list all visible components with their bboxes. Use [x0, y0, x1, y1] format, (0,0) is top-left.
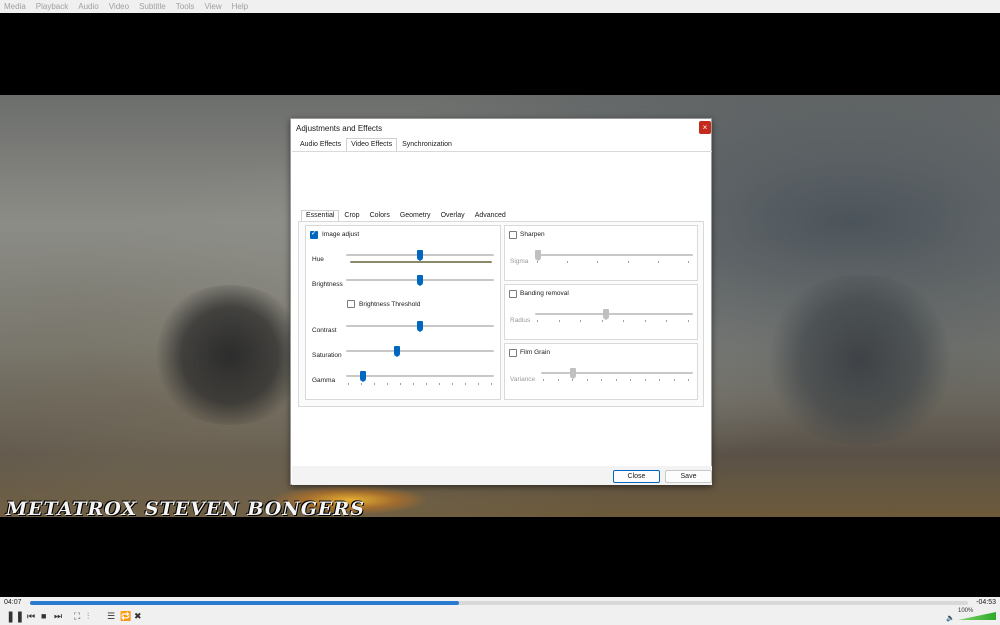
seek-bar[interactable]: [30, 601, 968, 605]
radius-ticks: [537, 320, 689, 322]
variance-slider[interactable]: [570, 368, 577, 379]
smoke-cloud-right: [760, 275, 960, 445]
extended-settings-icon[interactable]: ⫶: [87, 611, 89, 622]
speaker-icon: 🔈: [946, 615, 955, 622]
menu-help[interactable]: Help: [232, 2, 248, 11]
close-button[interactable]: Close: [613, 470, 660, 483]
tab-video-effects[interactable]: Video Effects: [346, 138, 398, 151]
hue-color-track: [350, 261, 492, 263]
film-grain-group: Film Grain Variance: [504, 343, 698, 400]
top-tabs: Audio Effects Video Effects Synchronizat…: [295, 138, 457, 151]
elapsed-time: 04:07: [4, 599, 22, 606]
sharpen-checkbox[interactable]: [509, 231, 517, 239]
remaining-time[interactable]: -04:53: [976, 599, 996, 606]
fullscreen-icon[interactable]: ⛶: [74, 611, 80, 622]
volume-percent: 100%: [958, 608, 974, 614]
radius-slider[interactable]: [603, 309, 610, 320]
menu-playback[interactable]: Playback: [36, 2, 68, 11]
sigma-track: [535, 254, 693, 256]
menu-subtitle[interactable]: Subtitle: [139, 2, 166, 11]
menu-video[interactable]: Video: [109, 2, 129, 11]
adjustments-dialog: Adjustments and Effects × Audio Effects …: [290, 118, 712, 485]
playlist-icon[interactable]: ☰: [107, 611, 115, 622]
brightness-label: Brightness: [312, 281, 343, 288]
banding-removal-group: Banding removal Radius: [504, 284, 698, 340]
stop-icon[interactable]: ■: [41, 611, 46, 621]
saturation-track: [346, 350, 494, 352]
radius-label: Radius: [510, 317, 531, 324]
next-icon[interactable]: ⏭: [54, 611, 62, 622]
menu-bar: Media Playback Audio Video Subtitle Tool…: [0, 0, 1000, 13]
menu-media[interactable]: Media: [4, 2, 26, 11]
contrast-slider[interactable]: [417, 321, 423, 332]
hue-label: Hue: [312, 256, 324, 263]
saturation-label: Saturation: [312, 352, 342, 359]
previous-icon[interactable]: ⏮: [27, 611, 35, 622]
radius-track: [535, 313, 693, 315]
gamma-slider[interactable]: [360, 371, 367, 382]
save-button[interactable]: Save: [665, 470, 712, 483]
dialog-title: Adjustments and Effects: [296, 124, 383, 133]
sharpen-group: Sharpen Sigma: [504, 225, 698, 281]
image-adjust-checkbox[interactable]: [310, 229, 318, 239]
volume-slider[interactable]: 🔈 100%: [946, 608, 998, 622]
essential-panel: Image adjust Hue Brightness Brightness T…: [298, 221, 704, 407]
image-adjust-group: Image adjust Hue Brightness Brightness T…: [305, 225, 501, 400]
sigma-slider[interactable]: [535, 250, 541, 261]
menu-tools[interactable]: Tools: [176, 2, 195, 11]
film-grain-label: Film Grain: [520, 349, 550, 356]
loop-icon[interactable]: 🔁: [120, 611, 131, 622]
contrast-label: Contrast: [312, 327, 337, 334]
video-caption: METATROX STEVEN BONGERS: [6, 498, 365, 520]
pause-icon[interactable]: ❚❚: [6, 610, 24, 623]
variance-label: Variance: [510, 376, 536, 383]
sharpen-label: Sharpen: [520, 231, 545, 238]
dialog-close-icon[interactable]: ×: [699, 121, 711, 134]
menu-audio[interactable]: Audio: [78, 2, 98, 11]
tab-audio-effects[interactable]: Audio Effects: [295, 138, 346, 151]
seek-progress: [30, 601, 459, 605]
menu-view[interactable]: View: [204, 2, 221, 11]
sigma-ticks: [537, 261, 689, 263]
hue-slider[interactable]: [417, 250, 423, 261]
gamma-ticks: [348, 383, 492, 385]
banding-removal-label: Banding removal: [520, 290, 569, 297]
brightness-slider[interactable]: [417, 275, 423, 286]
shuffle-icon[interactable]: ✖: [134, 611, 142, 622]
gamma-track: [346, 375, 494, 377]
tab-synchronization[interactable]: Synchronization: [397, 138, 457, 151]
variance-ticks: [543, 379, 689, 381]
film-grain-checkbox[interactable]: [509, 349, 517, 357]
banding-removal-checkbox[interactable]: [509, 290, 517, 298]
saturation-slider[interactable]: [394, 346, 401, 357]
player-controls: 04:07 -04:53 ❚❚ ⏮ ■ ⏭ ⛶ ⫶ ☰ 🔁 ✖ 🔈 100%: [0, 597, 1000, 625]
sigma-label: Sigma: [510, 258, 529, 265]
brightness-threshold-checkbox[interactable]: [347, 300, 355, 308]
smoke-cloud-left: [150, 285, 310, 425]
brightness-threshold-label: Brightness Threshold: [359, 301, 421, 308]
variance-track: [541, 372, 693, 374]
image-adjust-label: Image adjust: [322, 231, 360, 238]
gamma-label: Gamma: [312, 377, 336, 384]
